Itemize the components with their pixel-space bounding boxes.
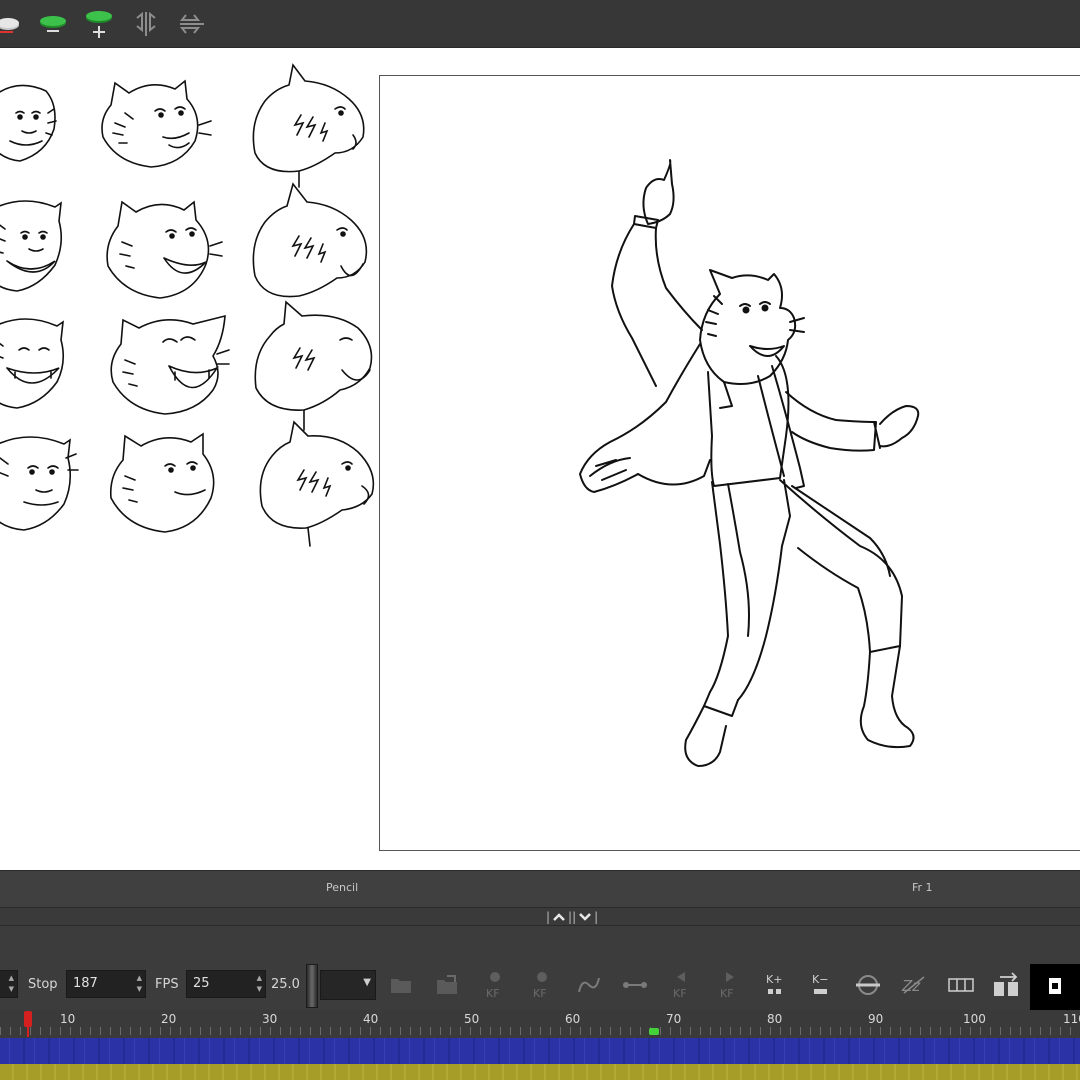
svg-text:KF: KF — [720, 987, 734, 999]
remove-key-icon[interactable]: K− — [806, 972, 836, 998]
keyframe-icon[interactable]: KF — [527, 972, 557, 999]
spinner-arrows-icon[interactable]: ▲ ▼ — [137, 973, 142, 995]
ruler-label: 70 — [666, 1012, 682, 1026]
timeline-ruler[interactable]: 10 20 30 40 50 60 70 80 90 100 110 — [0, 1010, 1080, 1038]
page-icon[interactable] — [1030, 964, 1080, 1010]
onion-remove-icon[interactable] — [37, 8, 69, 40]
keyframe-icon[interactable]: KF — [480, 972, 510, 999]
loop-icon[interactable] — [853, 972, 883, 998]
tiger-head-reference-sheet — [0, 63, 375, 547]
tiger-head-sketch — [259, 420, 375, 547]
ruler-ticks — [0, 1027, 1080, 1035]
prev-key-icon[interactable]: KF — [667, 972, 697, 999]
timeline-controls: ▲ ▼ Stop 187 ▲ ▼ FPS 25 ▲ ▼ 25.0 ▼ KF KF KF… — [0, 926, 1080, 1010]
ruler-label: 110 — [1063, 1012, 1080, 1026]
ruler-label: 100 — [963, 1012, 986, 1026]
panel-splitter[interactable]: | || | — [0, 908, 1080, 926]
fps-value: 25 — [193, 976, 210, 991]
stop-frame-value: 187 — [73, 976, 98, 991]
tiger-head-sketch — [0, 318, 65, 409]
drawing-canvas[interactable] — [0, 48, 1080, 870]
status-bar: Pencil Fr 1 — [0, 870, 1080, 908]
camera-frame — [379, 75, 1080, 851]
fps-slider-handle[interactable] — [306, 964, 318, 1008]
svg-text:K−: K− — [812, 973, 828, 986]
range-marker[interactable] — [649, 1028, 659, 1035]
tiger-head-sketch — [0, 84, 57, 162]
tiger-head-sketch — [106, 200, 223, 299]
frame-split-icon[interactable] — [946, 972, 976, 998]
layer-track-blue[interactable] — [0, 1038, 1080, 1064]
ruler-label: 60 — [565, 1012, 581, 1026]
top-toolbar — [0, 0, 1080, 48]
tiger-head-sketch — [252, 63, 365, 188]
sleep-icon[interactable]: Zz — [899, 972, 929, 998]
layer-remove-icon[interactable] — [0, 8, 24, 40]
tiger-head-sketch — [109, 432, 215, 533]
onion-add-icon[interactable] — [83, 8, 115, 40]
ruler-label: 10 — [60, 1012, 76, 1026]
svg-text:KF: KF — [673, 987, 687, 999]
ruler-label: 80 — [767, 1012, 783, 1026]
add-key-icon[interactable]: K+ — [760, 972, 790, 998]
ruler-label: 30 — [262, 1012, 278, 1026]
tiger-head-sketch — [101, 79, 212, 168]
svg-text:K+: K+ — [766, 973, 782, 986]
tiger-head-sketch — [0, 200, 63, 292]
linear-icon[interactable] — [620, 972, 650, 998]
fps-label: FPS — [155, 977, 179, 992]
spinner-arrows-icon[interactable]: ▲ ▼ — [257, 973, 262, 995]
layer-dropdown[interactable]: ▼ — [320, 970, 376, 1000]
stop-label: Stop — [28, 977, 58, 992]
ruler-label: 20 — [161, 1012, 177, 1026]
svg-text:KF: KF — [533, 987, 547, 999]
tiger-character-drawing — [579, 159, 920, 767]
export-icon[interactable] — [992, 972, 1022, 998]
tiger-head-sketch — [110, 314, 230, 415]
ruler-label: 50 — [464, 1012, 480, 1026]
layer-track-yellow[interactable] — [0, 1064, 1080, 1080]
curve-icon[interactable] — [574, 972, 604, 998]
current-frame-label: Fr 1 — [912, 881, 933, 894]
flip-vertical-icon[interactable] — [130, 8, 162, 40]
chevron-up-icon[interactable] — [552, 912, 566, 922]
fps-input[interactable]: 25 ▲ ▼ — [186, 970, 266, 998]
chevron-down-icon: ▼ — [363, 977, 371, 988]
flip-horizontal-icon[interactable] — [176, 8, 208, 40]
folder-icon[interactable] — [386, 972, 416, 998]
current-tool-label: Pencil — [326, 881, 359, 894]
chevron-down-icon[interactable] — [578, 912, 592, 922]
fps-actual-readout: 25.0 — [271, 977, 300, 992]
ruler-label: 90 — [868, 1012, 884, 1026]
svg-text:KF: KF — [486, 987, 500, 999]
next-key-icon[interactable]: KF — [714, 972, 744, 999]
tiger-head-sketch — [254, 300, 373, 431]
tiger-head-sketch — [252, 182, 368, 298]
stop-frame-input[interactable]: 187 ▲ ▼ — [66, 970, 146, 998]
splitter-grip[interactable]: | || | — [546, 910, 598, 924]
tiger-head-sketch — [0, 436, 79, 531]
start-frame-spinner[interactable]: ▲ ▼ — [0, 970, 18, 998]
spinner-arrows-icon[interactable]: ▲ ▼ — [9, 973, 14, 995]
ruler-label: 40 — [363, 1012, 379, 1026]
playhead-marker[interactable] — [23, 1011, 33, 1037]
folder-open-icon[interactable] — [432, 972, 462, 998]
